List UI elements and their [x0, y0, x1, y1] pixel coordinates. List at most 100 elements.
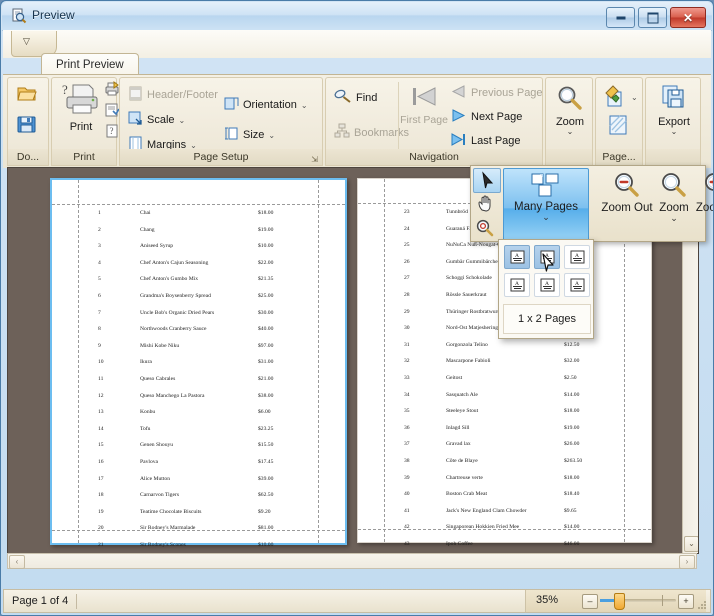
group-label-print: Print — [51, 149, 117, 166]
minimize-button[interactable] — [606, 7, 635, 28]
table-row: 5 Chef Anton's Gumbo Mix $21.35 — [52, 276, 345, 293]
maximize-button[interactable] — [638, 7, 667, 28]
row-name: Mishi Kobe Niku — [140, 342, 180, 349]
quick-print-icon — [104, 81, 120, 100]
page-color-button[interactable]: ⌄ — [603, 84, 638, 111]
scale-label: Scale — [147, 114, 175, 126]
scroll-down-button[interactable]: ⌄ — [684, 536, 698, 552]
dialog-launcher-icon[interactable]: ⇲ — [311, 152, 318, 165]
row-id: 38 — [404, 457, 410, 464]
row-price: $2.50 — [564, 374, 577, 381]
table-row: 35 Steeleye Stout $18.00 — [358, 408, 651, 425]
tab-print-preview[interactable]: Print Preview — [41, 53, 139, 76]
row-name: Inlagd Sill — [446, 424, 470, 431]
page-preview-left[interactable]: 1 Chai $18.00 2 Chang $19.00 3 Aniseed Syrup $… — [50, 178, 347, 548]
print-button[interactable]: ? Print — [60, 81, 102, 133]
zoom-out-stepper[interactable]: – — [582, 594, 598, 609]
watermark-icon — [607, 114, 629, 139]
minimize-icon — [616, 16, 625, 19]
group-label-export — [645, 149, 701, 166]
row-id: 36 — [404, 424, 410, 431]
row-price: $263.50 — [564, 457, 583, 464]
many-pages-cell-6[interactable]: A — [564, 273, 590, 297]
export-icon — [660, 84, 688, 115]
group-label-document: Do... — [7, 149, 49, 166]
row-price: $10.00 — [258, 243, 274, 250]
find-button[interactable]: Find — [334, 88, 377, 107]
zoom-in-button[interactable]: Zoom In — [681, 168, 713, 239]
zoom-in-stepper[interactable]: + — [678, 594, 694, 609]
group-label-page-setup: Page Setup ⇲ — [119, 149, 323, 166]
table-row: 40 Boston Crab Meat $18.40 — [358, 491, 651, 508]
row-name: Chartreuse verte — [446, 474, 483, 481]
hand-pan-tool-button[interactable] — [473, 192, 499, 215]
size-button[interactable]: Size ⌄ — [224, 126, 275, 144]
next-page-button[interactable]: Next Page — [450, 108, 522, 126]
print-options-button[interactable] — [104, 102, 120, 121]
table-row: 39 Chartreuse verte $18.00 — [358, 475, 651, 492]
group-label-navigation: Navigation — [325, 149, 543, 166]
many-pages-button[interactable]: Many Pages ⌄ — [503, 168, 589, 241]
group-label-text: Page Setup — [193, 151, 249, 163]
page-setup-icon: ? — [104, 123, 120, 142]
quick-print-button[interactable] — [104, 81, 120, 100]
close-button[interactable]: ✕ — [670, 7, 706, 28]
save-button[interactable] — [16, 114, 37, 137]
scroll-left-button[interactable]: ‹ — [9, 555, 25, 569]
horizontal-scrollbar[interactable]: ‹ › — [7, 553, 697, 569]
row-price: $62.50 — [258, 492, 274, 499]
table-row: 36 Inlagd Sill $19.00 — [358, 425, 651, 442]
row-name: Chai — [140, 210, 151, 216]
table-row: 33 Geitost $2.50 — [358, 375, 651, 392]
many-pages-cell-1[interactable]: A — [504, 245, 530, 269]
last-page-button[interactable]: Last Page — [450, 132, 521, 150]
resize-grip-icon[interactable] — [697, 600, 707, 610]
group-label-zoom — [545, 149, 593, 166]
first-page-button[interactable]: First Page — [400, 84, 448, 126]
row-price: $97.00 — [258, 342, 274, 349]
scale-button[interactable]: Scale ⌄ — [128, 111, 185, 129]
page-thumb-icon: A — [510, 250, 524, 264]
many-pages-cell-3[interactable]: A — [564, 245, 590, 269]
row-id: 41 — [404, 507, 410, 514]
zoom-button[interactable]: Zoom ⌄ — [549, 84, 591, 136]
row-id: 1 — [98, 210, 101, 216]
row-name: Schoggi Schokolade — [446, 275, 492, 282]
page-setup-dialog-button[interactable]: ? — [104, 123, 120, 142]
ribbon-group-export: Export ⌄ — [645, 77, 701, 166]
zoom-slider-thumb[interactable] — [614, 593, 625, 610]
last-page-icon — [450, 132, 467, 150]
orientation-button[interactable]: Orientation ⌄ — [224, 96, 308, 114]
row-id: 16 — [98, 458, 104, 465]
row-price: $31.00 — [258, 359, 274, 366]
row-price: $9.20 — [258, 508, 271, 515]
table-row: 32 Mascarpone Fabioli $32.00 — [358, 358, 651, 375]
many-pages-cell-4[interactable]: A — [504, 273, 530, 297]
row-id: 33 — [404, 374, 410, 381]
next-page-icon — [450, 108, 467, 126]
table-row: 13 Konbu $6.00 — [52, 409, 345, 426]
watermark-button[interactable] — [607, 114, 629, 139]
find-label: Find — [356, 91, 378, 104]
open-button[interactable] — [16, 84, 38, 107]
previous-page-button[interactable]: Previous Page — [450, 84, 543, 102]
table-row: 1 Chai $18.00 — [52, 210, 345, 227]
many-pages-cell-5[interactable]: A — [534, 273, 560, 297]
zoom-slider[interactable] — [600, 593, 676, 610]
row-name: Chang — [140, 226, 155, 233]
export-button[interactable]: Export ⌄ — [652, 84, 696, 136]
header-footer-button[interactable]: Header/Footer — [128, 86, 218, 104]
scroll-right-button[interactable]: › — [679, 555, 695, 569]
group-body-zoom: Zoom ⌄ — [545, 77, 593, 149]
table-row: 9 Mishi Kobe Niku $97.00 — [52, 343, 345, 360]
group-body-page-setup: Header/Footer Scale ⌄ Margins ⌄ Orientat… — [119, 77, 323, 151]
preview-document-icon — [11, 8, 27, 24]
row-name: Sir Rodney's Marmalade — [140, 525, 196, 532]
row-price: $9.65 — [564, 507, 577, 514]
print-options-icon — [104, 102, 120, 121]
group-body-page-background: ⌄ — [595, 77, 643, 149]
ribbon-tab-strip: Print Preview — [3, 53, 711, 76]
pointer-tool-button[interactable] — [473, 168, 501, 193]
previous-page-label: Previous Page — [471, 87, 543, 99]
magnifier-minus-tool-button[interactable] — [473, 216, 499, 239]
